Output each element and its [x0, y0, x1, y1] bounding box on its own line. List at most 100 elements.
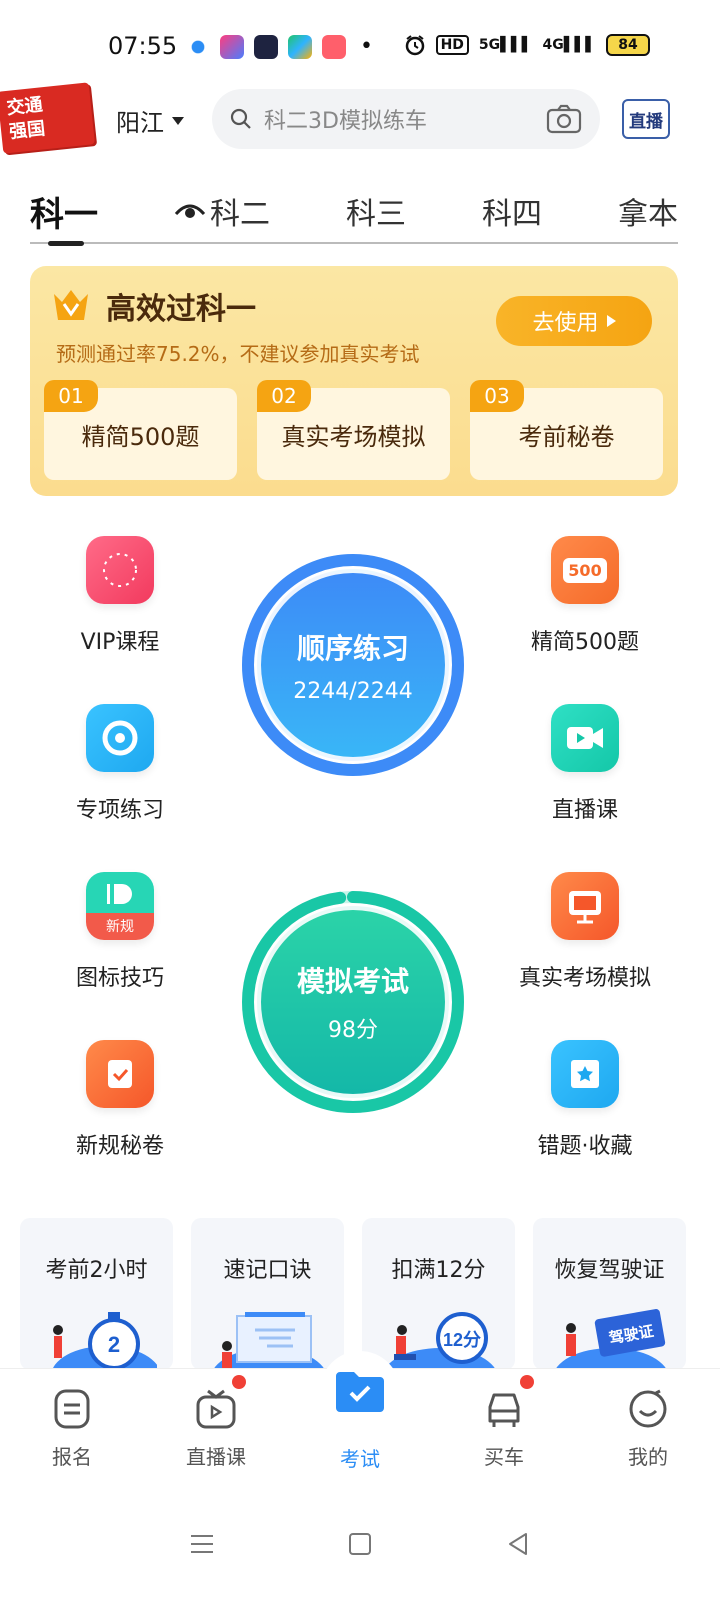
nav-live-course[interactable]: 直播课	[144, 1369, 288, 1488]
app-notification-icon	[220, 34, 244, 59]
battery-icon: 84	[606, 34, 650, 56]
menu-icon[interactable]	[188, 1530, 216, 1558]
search-icon	[230, 108, 251, 129]
promo-card: 高效过科一 预测通过率75.2%，不建议参加真实考试 去使用 01 精简500题…	[30, 266, 678, 496]
mock-score: 98分	[328, 1018, 378, 1043]
status-app-icons: •	[186, 34, 373, 59]
card-title: 速记口诀	[223, 1258, 312, 1283]
feature-number: 01	[44, 380, 98, 412]
feature-real-exam[interactable]: 02 真实考场模拟	[257, 380, 450, 480]
nav-signup[interactable]: 报名	[0, 1369, 144, 1488]
feature-label: 精简500题	[81, 422, 200, 451]
grid-real-exam-sim[interactable]: 真实考场模拟	[500, 872, 670, 992]
clipboard-check-icon	[86, 1040, 154, 1108]
clock-icon	[86, 536, 154, 604]
license-icon: 驾驶证	[555, 1309, 667, 1370]
card-2-hours-before[interactable]: 考前2小时 2	[20, 1218, 173, 1370]
camera-icon[interactable]	[546, 103, 582, 135]
tab-subject-1[interactable]: 科一	[30, 186, 98, 246]
document-icon	[213, 1312, 325, 1370]
nav-label: 考试	[340, 1447, 380, 1471]
bottom-nav: 报名 直播课 考试 买车 我的	[0, 1351, 720, 1488]
crown-icon	[54, 290, 88, 320]
tv-icon	[196, 1389, 236, 1429]
nav-label: 报名	[52, 1445, 92, 1469]
smile-icon	[629, 1389, 667, 1428]
use-button-label: 去使用	[532, 311, 599, 336]
promo-title: 高效过科一	[106, 292, 256, 327]
grid-vip-course[interactable]: VIP课程	[35, 536, 205, 656]
hd-badge: HD	[435, 35, 469, 55]
feature-label: 考前秘卷	[518, 422, 615, 451]
home-icon[interactable]	[346, 1530, 374, 1558]
app-notification-icon	[322, 34, 346, 59]
city-selector[interactable]: 阳江	[116, 103, 184, 138]
practice-title: 顺序练习	[296, 631, 409, 665]
nav-profile[interactable]: 我的	[576, 1369, 720, 1488]
new-rules-icon: 新规	[86, 872, 154, 940]
mock-circle-inner: 模拟考试 98分	[257, 906, 449, 1098]
tab-label: 科三	[346, 197, 406, 232]
status-time: 07:55	[108, 32, 178, 60]
feature-jingjian-500[interactable]: 01 精简500题	[44, 380, 237, 480]
app-notification-icon	[288, 34, 312, 59]
tab-label: 科四	[482, 197, 542, 232]
status-indicators: HD 5G▌▌▌ 4G▌▌▌ 84	[404, 34, 650, 56]
grid-label: 错题·收藏	[537, 1134, 633, 1159]
tab-subject-4[interactable]: 科四	[482, 186, 542, 236]
practice-progress: 2244/2244	[293, 678, 413, 704]
nav-label: 买车	[484, 1445, 524, 1469]
grid-mistakes-favorites[interactable]: 错题·收藏	[500, 1040, 670, 1160]
promo-logo[interactable]: 交通 强国	[0, 82, 95, 154]
network-4g-label: 4G	[542, 37, 564, 53]
use-button[interactable]: 去使用	[496, 296, 652, 346]
mock-exam-button[interactable]: 模拟考试 98分	[239, 888, 467, 1116]
badge-500-icon: 500	[551, 536, 619, 604]
card-badge: 2	[108, 1332, 120, 1357]
grid-icon-tips[interactable]: 新规 图标技巧	[35, 872, 205, 992]
mock-title: 模拟考试	[296, 965, 409, 998]
grid-special-practice[interactable]: 专项练习	[35, 704, 205, 824]
app-notification-icon	[254, 34, 278, 59]
feature-secret-paper[interactable]: 03 考前秘卷	[470, 380, 663, 480]
nav-buy-car[interactable]: 买车	[432, 1369, 576, 1488]
promo-subtitle: 预测通过率75.2%，不建议参加真实考试	[56, 342, 420, 366]
video-camera-icon	[551, 704, 619, 772]
folder-check-icon	[336, 1372, 384, 1412]
card-title: 恢复驾驶证	[554, 1258, 665, 1283]
nav-exam[interactable]: 考试	[288, 1351, 432, 1488]
signup-icon	[54, 1389, 90, 1429]
alarm-icon	[405, 35, 424, 56]
play-arrow-icon	[606, 315, 616, 327]
grid-label: 直播课	[551, 798, 618, 823]
card-restore-license[interactable]: 恢复驾驶证 驾驶证	[533, 1218, 686, 1370]
practice-circle-inner: 顺序练习 2244/2244	[257, 569, 449, 761]
grid-live-course[interactable]: 直播课	[500, 704, 670, 824]
tab-subject-3[interactable]: 科三	[346, 186, 406, 236]
grid-new-rules-paper[interactable]: 新规秘卷	[35, 1040, 205, 1160]
grid-jingjian-500[interactable]: 500 精简500题	[500, 536, 670, 656]
back-icon[interactable]	[504, 1530, 532, 1558]
caret-down-icon	[172, 116, 184, 125]
card-title: 扣满12分	[391, 1258, 486, 1283]
card-12-points[interactable]: 扣满12分 12分	[362, 1218, 515, 1370]
target-icon	[86, 704, 154, 772]
tab-get-license[interactable]: 拿本	[618, 186, 678, 236]
tab-subject-2[interactable]: 科二	[174, 186, 270, 236]
card-title: 考前2小时	[45, 1258, 148, 1283]
network-5g-label: 5G	[478, 37, 501, 53]
signal-4g-icon: 4G▌▌▌	[542, 37, 596, 53]
tab-label: 科一	[30, 194, 98, 235]
live-button[interactable]: 直播	[622, 99, 670, 139]
car-icon	[488, 1393, 520, 1427]
grid-label: 真实考场模拟	[518, 966, 651, 991]
card-mnemonics[interactable]: 速记口诀	[191, 1218, 344, 1370]
search-bar[interactable]: 科二3D模拟练车	[212, 89, 600, 149]
search-input[interactable]: 科二3D模拟练车	[264, 103, 546, 135]
quick-cards: 考前2小时 2 速记口诀 扣满12分 12分 恢复驾驶证 驾驶证	[20, 1218, 688, 1370]
stopwatch-icon: 2	[52, 1312, 157, 1370]
subject-tabs: 科一 科二 科三 科四 拿本	[30, 180, 678, 246]
status-bar: 07:55 • HD 5G▌▌▌ 4G▌▌▌ 84	[0, 0, 720, 95]
sequential-practice-button[interactable]: 顺序练习 2244/2244	[239, 551, 467, 779]
grid-label: 图标技巧	[75, 966, 164, 991]
